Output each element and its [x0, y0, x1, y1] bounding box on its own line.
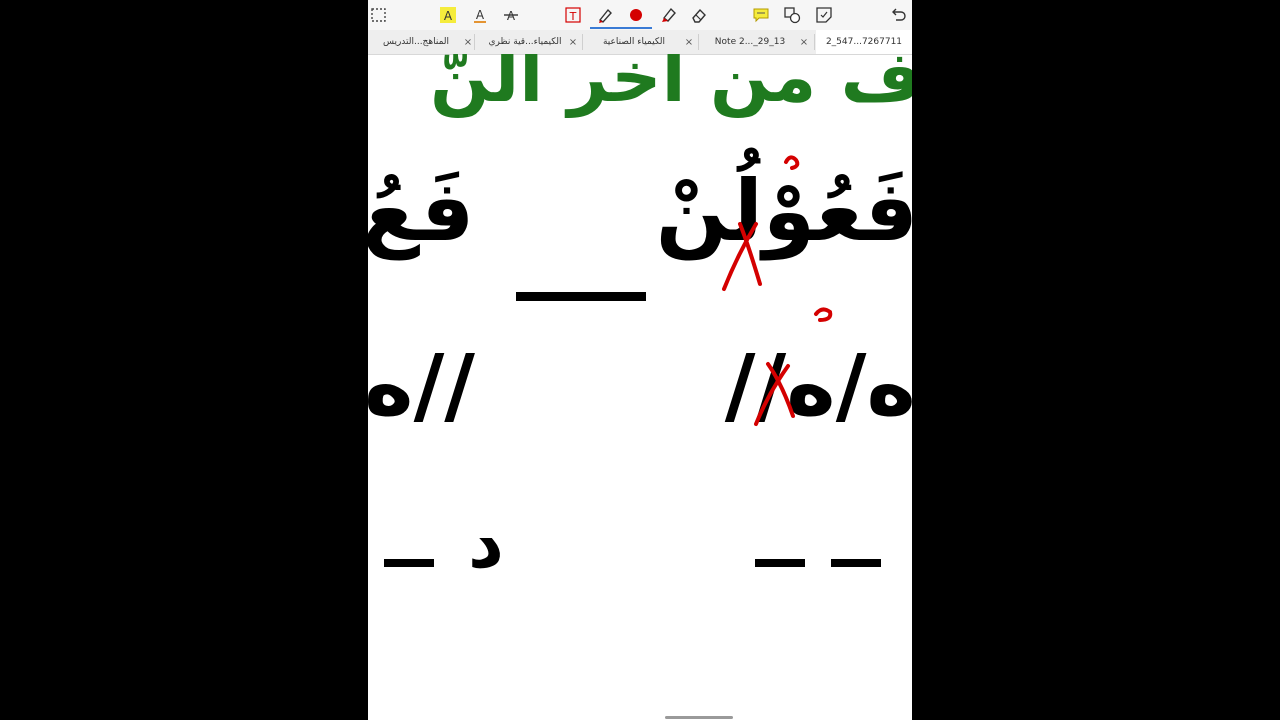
tab-2[interactable]: الكيمياء الصناعية — [584, 30, 684, 54]
shapes-icon[interactable] — [781, 4, 803, 26]
color-dot-icon[interactable] — [625, 4, 647, 26]
ink-annotations — [722, 155, 833, 426]
tab-close-icon[interactable]: × — [683, 30, 695, 54]
highlighter-icon[interactable] — [657, 4, 679, 26]
comment-icon[interactable] — [750, 4, 772, 26]
tab-separator — [474, 34, 475, 50]
eraser-icon[interactable] — [688, 4, 710, 26]
highlight-text-icon[interactable]: A — [437, 4, 459, 26]
tab-separator — [814, 34, 815, 50]
svg-text:A: A — [444, 9, 453, 23]
pen-icon[interactable] — [594, 4, 616, 26]
tab-bar: المناهج...التدريس × الكيمياء...قية نظري … — [368, 30, 912, 55]
ink-stroke — [814, 307, 833, 322]
tab-3[interactable]: Note 2..._29_13 — [700, 30, 800, 54]
tab-separator — [582, 34, 583, 50]
undo-icon[interactable] — [887, 4, 909, 26]
tab-close-icon[interactable]: × — [462, 30, 474, 54]
active-tool-indicator — [590, 27, 652, 29]
sticky-note-icon[interactable] — [813, 4, 835, 26]
textbox-icon[interactable]: T — [562, 4, 584, 26]
ink-stroke — [784, 155, 800, 170]
tab-1[interactable]: الكيمياء...قية نظري — [476, 30, 574, 54]
tab-close-icon[interactable]: × — [567, 30, 579, 54]
tab-4-active[interactable]: 2_547...7267711 — [816, 30, 912, 54]
app-screen: A A A T المناهج...التدريس × الكيمياء...ق… — [368, 0, 912, 720]
tab-close-icon[interactable]: × — [798, 30, 810, 54]
select-rect-icon[interactable] — [368, 4, 390, 26]
annotation-toolbar: A A A T — [368, 0, 912, 30]
document-canvas[interactable]: ف من آخر النّ فَعُوْلُنْ فَعُ ه/ه// //ه … — [368, 54, 912, 720]
svg-text:A: A — [507, 9, 516, 23]
tab-separator — [698, 34, 699, 50]
tab-0[interactable]: المناهج...التدريس — [368, 30, 464, 54]
svg-text:T: T — [569, 10, 577, 23]
svg-text:A: A — [476, 8, 485, 22]
home-indicator[interactable] — [665, 716, 733, 719]
strikethrough-text-icon[interactable]: A — [500, 4, 522, 26]
underline-text-icon[interactable]: A — [469, 4, 491, 26]
